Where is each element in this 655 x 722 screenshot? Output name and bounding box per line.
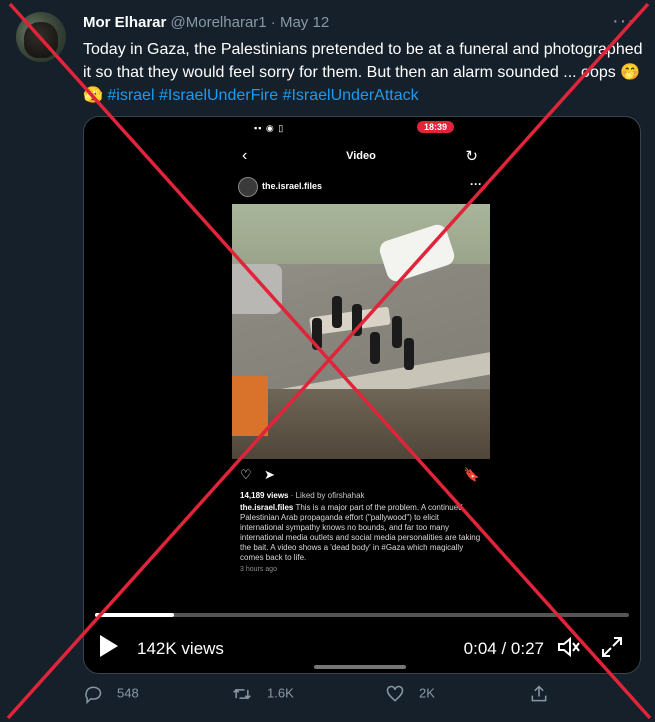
back-icon: ‹ [242,147,248,164]
instagram-more-icon: ··· [470,177,482,191]
author-name[interactable]: Mor Elharar [83,14,166,31]
tweet-date[interactable]: May 12 [280,14,329,31]
instagram-share-icon: ➤ [264,467,275,482]
reply-count: 548 [117,685,139,701]
embedded-instagram-screen: ▪▪ ◉ ▯ 18:39 ‹ Video ↻ the.israel.files … [232,117,490,617]
instagram-liked-by: · Liked by ofirshahak [288,491,365,500]
tweet-text: Today in Gaza, the Palestinians pretende… [83,38,643,107]
video-player[interactable]: ▪▪ ◉ ▯ 18:39 ‹ Video ↻ the.israel.files … [83,116,641,674]
grey-car [232,264,282,314]
person-figure [332,296,342,328]
tweet-header: Mor Elharar @Morelharar1 · May 12 [83,14,329,31]
orange-awning [232,376,268,436]
video-progress-fill [95,613,175,617]
share-button[interactable] [529,684,563,704]
instagram-username: the.israel.files [262,181,323,191]
video-time: 0:04 / 0:27 [463,639,544,658]
instagram-views: 14,189 views · Liked by ofirshahak [240,491,365,500]
nav-title: Video [346,150,376,162]
phone-status-bar: ▪▪ ◉ ▯ 18:39 [254,121,480,137]
more-options-icon[interactable]: ··· [612,10,635,33]
retweet-button[interactable]: 1.6K [231,684,294,704]
caption-username: the.israel.files [240,503,294,512]
video-progress-bar[interactable] [95,613,629,617]
person-figure [352,304,362,336]
person-figure [404,338,414,370]
building-roof [232,389,490,459]
person-figure [370,332,380,364]
separator-dot: · [270,14,276,31]
instagram-save-icon: 🔖 [463,467,480,482]
tweet-action-bar: 548 1.6K 2K [83,684,563,708]
status-icons: ▪▪ ◉ ▯ [254,123,285,133]
volume-icon[interactable] [556,635,582,664]
fullscreen-icon[interactable] [600,635,624,664]
share-icon [531,685,547,702]
instagram-view-count: 14,189 views [240,491,289,500]
hashtag-link[interactable]: #IsraelUnderAttack [283,87,419,104]
media-scroll-handle[interactable] [314,665,406,669]
person-figure [312,318,322,350]
avatar[interactable] [16,12,66,62]
refresh-icon: ↻ [465,148,478,165]
instagram-heart-icon: ♡ [240,467,252,482]
instagram-caption: the.israel.files This is a major part of… [240,503,482,563]
instagram-nav: ‹ Video ↻ [232,147,490,169]
author-handle[interactable]: @Morelharar1 [171,14,267,31]
hashtag-link[interactable]: #IsraelUnderFire [159,87,278,104]
reply-icon [85,686,102,705]
status-time: 18:39 [416,121,454,133]
instagram-avatar [238,177,258,197]
play-icon[interactable] [100,635,118,657]
video-frame-scene [232,204,490,459]
retweet-count: 1.6K [267,685,294,701]
instagram-post-header: the.israel.files ··· [232,177,490,197]
instagram-actions: ♡ ➤ 🔖 [232,467,490,487]
retweet-icon [233,688,251,700]
video-controls: 142K views 0:04 / 0:27 [84,629,640,669]
reply-button[interactable]: 548 [83,684,139,705]
person-figure [392,316,402,348]
like-icon [386,685,404,702]
hashtag-link[interactable]: #israel [107,87,154,104]
instagram-timestamp: 3 hours ago [240,566,277,573]
video-views-count: 142K views [137,639,224,658]
like-button[interactable]: 2K [385,684,435,704]
like-count: 2K [419,685,435,701]
